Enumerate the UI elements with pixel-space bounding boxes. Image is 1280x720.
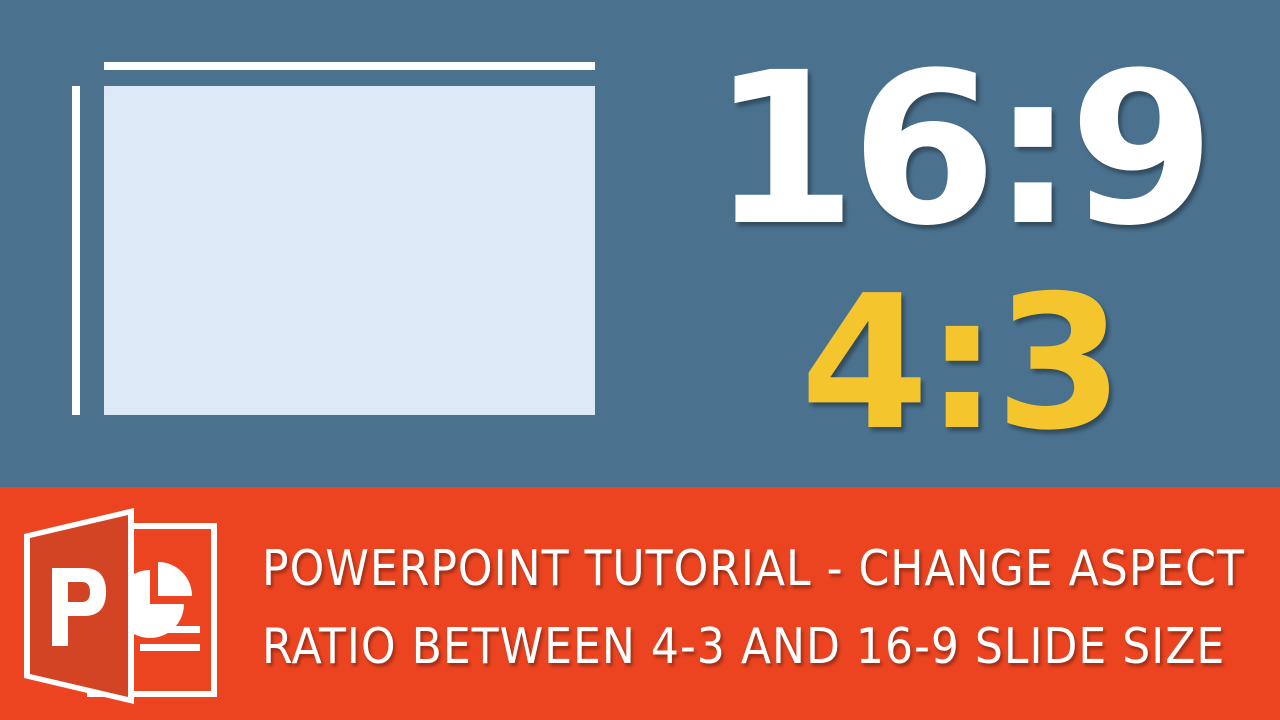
hero-panel: 16:9 4:3: [0, 0, 1280, 487]
title-line-2: RATIO BETWEEN 4-3 AND 16-9 SLIDE SIZE: [262, 618, 1226, 675]
ratio-4-3-label: 4:3: [800, 255, 1123, 471]
title-line-1: POWERPOINT TUTORIAL - CHANGE ASPECT: [262, 540, 1245, 597]
slide-preview: [104, 86, 595, 415]
tutorial-title: POWERPOINT TUTORIAL - CHANGE ASPECT RATI…: [262, 530, 1252, 686]
left-bar-indicator: [72, 86, 80, 415]
ratio-16-9-label: 16:9: [710, 27, 1215, 272]
top-bar-indicator: [104, 62, 595, 70]
powerpoint-logo-icon: [24, 508, 217, 704]
